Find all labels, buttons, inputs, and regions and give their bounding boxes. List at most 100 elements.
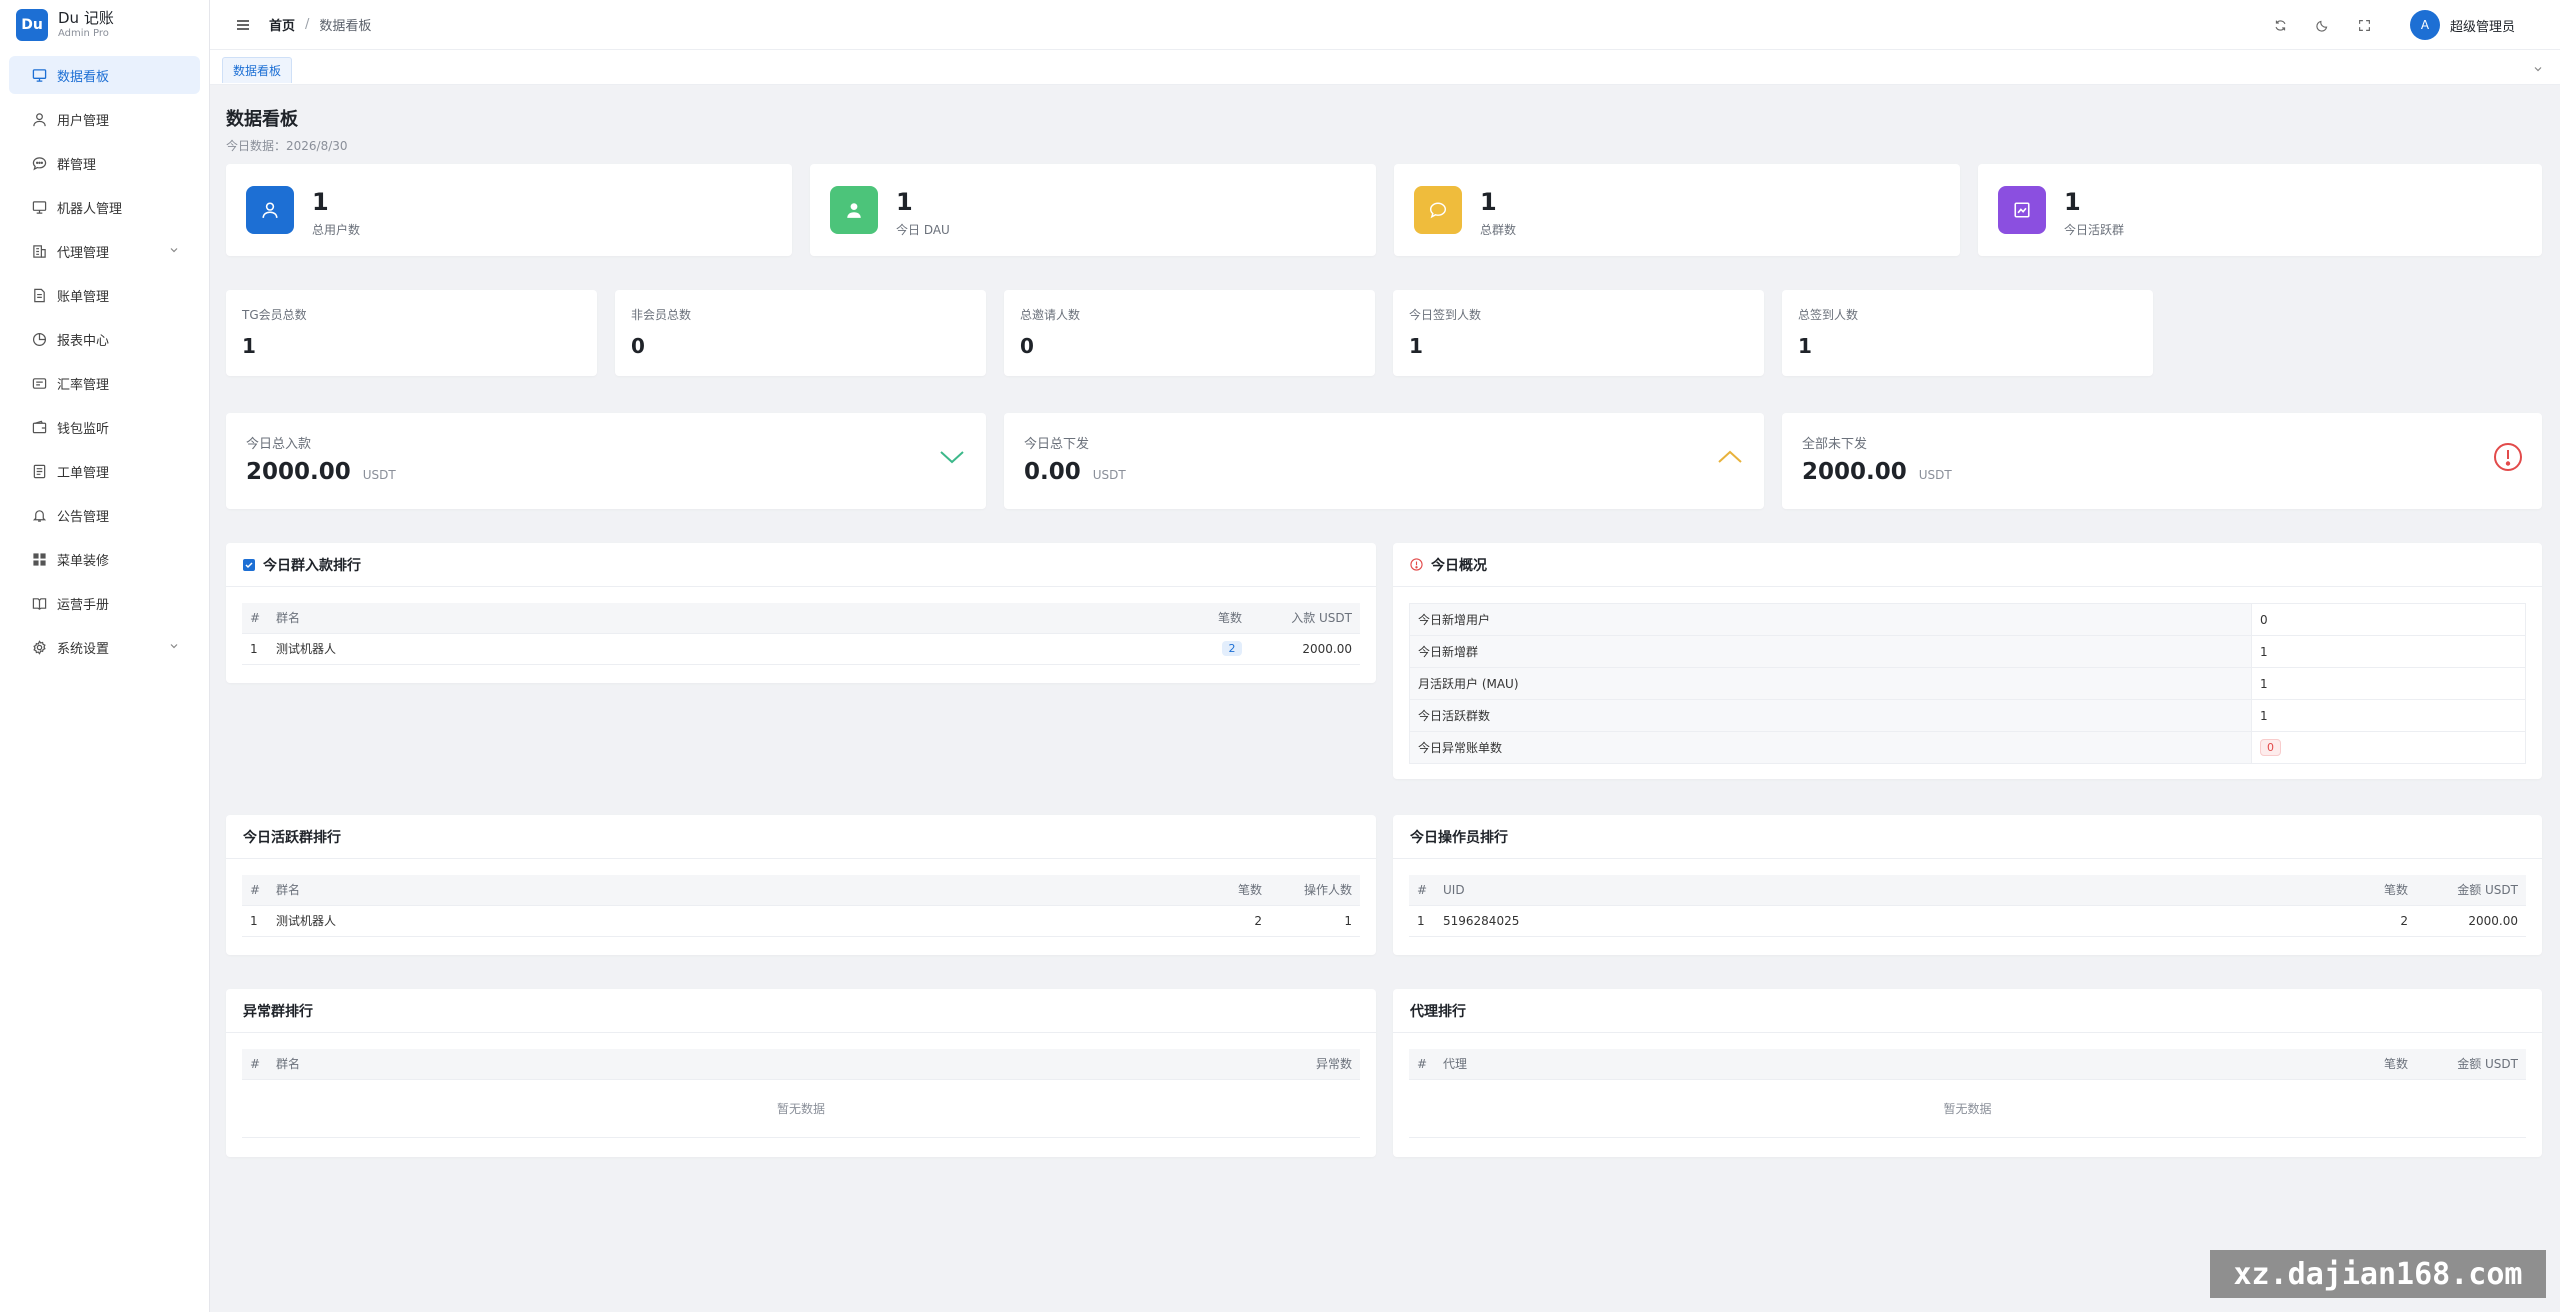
column-header: 群名 bbox=[276, 1049, 1270, 1080]
amount-card-pending: 全部未下发 2000.00 USDT bbox=[1782, 413, 2542, 509]
breadcrumb-current: 数据看板 bbox=[319, 19, 372, 34]
page-subtitle: 今日数据：2026/8/30 bbox=[226, 139, 348, 153]
fullscreen-icon[interactable] bbox=[2356, 16, 2374, 34]
empty-state: 暂无数据 bbox=[1409, 1080, 2526, 1138]
amount-card-income: 今日总入款 2000.00 USDT bbox=[226, 413, 986, 509]
overview-value-cell: 0 bbox=[2251, 731, 2526, 764]
sidebar-nav: 数据看板 用户管理 群管理 机器人管理 代理管理 账单管理 报表中心 汇率管理 … bbox=[0, 56, 209, 666]
sidebar-item-users[interactable]: 用户管理 bbox=[9, 100, 200, 138]
column-header: # bbox=[1409, 875, 1443, 906]
avatar: A bbox=[2409, 10, 2440, 40]
tab-dashboard[interactable]: 数据看板 bbox=[222, 57, 293, 83]
breadcrumb-home[interactable]: 首页 bbox=[269, 15, 295, 34]
user-name: 超级管理员 bbox=[2449, 19, 2515, 35]
mini-stat-invites: 总邀请人数 0 bbox=[1004, 290, 1375, 376]
main-content: 数据看板 今日数据：2026/8/30 1 总用户数 1 今日 DAU 1 总群… bbox=[226, 85, 2542, 1157]
sidebar-item-groups[interactable]: 群管理 bbox=[9, 144, 200, 182]
mini-stat-total-checkins: 总签到人数 1 bbox=[1782, 290, 2153, 376]
menu-toggle-icon[interactable] bbox=[235, 17, 251, 33]
column-header: 笔数 bbox=[2336, 1049, 2416, 1080]
panel-title: 代理排行 bbox=[1410, 1003, 1466, 1020]
overview-key: 今日异常账单数 bbox=[1409, 731, 2252, 764]
chat-icon bbox=[1414, 186, 1462, 234]
amount-unit: USDT bbox=[1092, 468, 1126, 482]
sidebar-item-robots[interactable]: 机器人管理 bbox=[9, 188, 200, 226]
sidebar-item-label: 代理管理 bbox=[57, 245, 110, 261]
amount-label: 今日总下发 bbox=[1024, 437, 1090, 452]
checkbox-icon bbox=[243, 558, 255, 571]
sidebar-item-dashboard[interactable]: 数据看板 bbox=[9, 56, 200, 94]
chat-icon bbox=[31, 155, 47, 171]
table-row[interactable]: 1 5196284025 2 2000.00 bbox=[1409, 905, 2526, 937]
column-header: 金额 USDT bbox=[2416, 875, 2526, 906]
sidebar-item-announcements[interactable]: 公告管理 bbox=[9, 496, 200, 534]
chevron-down-icon[interactable] bbox=[2532, 60, 2544, 79]
brand[interactable]: Du Du 记账 Admin Pro bbox=[0, 0, 209, 50]
row-index: 1 bbox=[1409, 905, 1443, 937]
brand-title: Du 记账 bbox=[58, 9, 114, 27]
refresh-icon[interactable] bbox=[2272, 16, 2290, 34]
mini-stat-value: 1 bbox=[1409, 334, 1423, 358]
chevron-down-icon bbox=[168, 640, 180, 656]
breadcrumb: 首页 / 数据看板 bbox=[269, 15, 371, 34]
overview-value: 0 bbox=[2251, 603, 2526, 636]
pie-chart-icon bbox=[31, 331, 47, 347]
ticket-icon bbox=[31, 463, 47, 479]
overview-value: 1 bbox=[2251, 699, 2526, 732]
sidebar-item-reports[interactable]: 报表中心 bbox=[9, 320, 200, 358]
sidebar-item-manual[interactable]: 运营手册 bbox=[9, 584, 200, 622]
sidebar-item-label: 工单管理 bbox=[57, 465, 110, 481]
operator-rank-panel: 今日操作员排行 # UID 笔数 金额 USDT 1 5196284025 2 … bbox=[1393, 815, 2542, 955]
chevron-down-icon bbox=[168, 244, 180, 260]
mini-stat-value: 1 bbox=[242, 334, 256, 358]
stat-label: 总群数 bbox=[1480, 223, 1517, 237]
panel-title: 今日活跃群排行 bbox=[243, 829, 341, 846]
sidebar-item-menu-decor[interactable]: 菜单装修 bbox=[9, 540, 200, 578]
today-overview-panel: 今日概况 今日新增用户 0 今日新增群 1 月活跃用户 (MAU) 1 今日活跃群数 1… bbox=[1393, 543, 2542, 779]
stat-label: 总用户数 bbox=[312, 223, 361, 237]
sidebar-item-bills[interactable]: 账单管理 bbox=[9, 276, 200, 314]
brand-subtitle: Admin Pro bbox=[58, 28, 109, 39]
sidebar-item-label: 用户管理 bbox=[57, 113, 110, 129]
count-badge: 2 bbox=[1222, 641, 1242, 656]
dark-mode-icon[interactable] bbox=[2314, 16, 2332, 34]
user-menu[interactable]: A 超级管理员 bbox=[2409, 10, 2515, 40]
column-header: 笔数 bbox=[1190, 875, 1270, 906]
column-header: 入款 USDT bbox=[1250, 603, 1360, 634]
mini-stat-tg-members: TG会员总数 1 bbox=[226, 290, 597, 376]
column-header: 操作人数 bbox=[1270, 875, 1360, 906]
chevron-down-icon bbox=[934, 439, 970, 475]
sidebar-item-rates[interactable]: 汇率管理 bbox=[9, 364, 200, 402]
column-header: 异常数 bbox=[1270, 1049, 1360, 1080]
table-row: 今日活跃群数 1 bbox=[1409, 699, 2526, 732]
column-header: 笔数 bbox=[1170, 603, 1250, 634]
stat-value: 1 bbox=[2064, 188, 2081, 216]
book-icon bbox=[31, 595, 47, 611]
sidebar-item-settings[interactable]: 系统设置 bbox=[9, 628, 200, 666]
operator-rank-table: # UID 笔数 金额 USDT 1 5196284025 2 2000.00 bbox=[1409, 875, 2526, 937]
sidebar-item-wallet[interactable]: 钱包监听 bbox=[9, 408, 200, 446]
stat-label: 今日活跃群 bbox=[2064, 223, 2125, 237]
count-cell: 2 bbox=[2336, 905, 2416, 937]
amount-unit: USDT bbox=[362, 468, 396, 482]
grid-icon bbox=[31, 551, 47, 567]
table-row[interactable]: 1 测试机器人 2 2000.00 bbox=[242, 633, 1360, 665]
brand-logo: Du bbox=[16, 9, 48, 41]
table-row[interactable]: 1 测试机器人 2 1 bbox=[242, 905, 1360, 937]
amount-label: 今日总入款 bbox=[246, 437, 312, 452]
panel-title: 今日群入款排行 bbox=[263, 557, 361, 574]
column-header: # bbox=[242, 875, 276, 906]
count-cell: 2 bbox=[1190, 905, 1270, 937]
sidebar-item-agents[interactable]: 代理管理 bbox=[9, 232, 200, 270]
agent-rank-panel: 代理排行 # 代理 笔数 金额 USDT 暂无数据 bbox=[1393, 989, 2542, 1157]
sidebar: Du Du 记账 Admin Pro 数据看板 用户管理 群管理 机器人管理 代… bbox=[0, 0, 210, 1312]
amount-value: 0.00 USDT bbox=[1024, 459, 1126, 485]
amount-cell: 2000.00 bbox=[2416, 905, 2526, 937]
panel-title: 今日概况 bbox=[1431, 557, 1487, 574]
mini-stat-label: 非会员总数 bbox=[631, 308, 692, 322]
amount-card-payout: 今日总下发 0.00 USDT bbox=[1004, 413, 1764, 509]
dashboard-icon bbox=[31, 67, 47, 83]
sidebar-item-tickets[interactable]: 工单管理 bbox=[9, 452, 200, 490]
empty-state: 暂无数据 bbox=[242, 1080, 1360, 1138]
sidebar-item-label: 汇率管理 bbox=[57, 377, 110, 393]
